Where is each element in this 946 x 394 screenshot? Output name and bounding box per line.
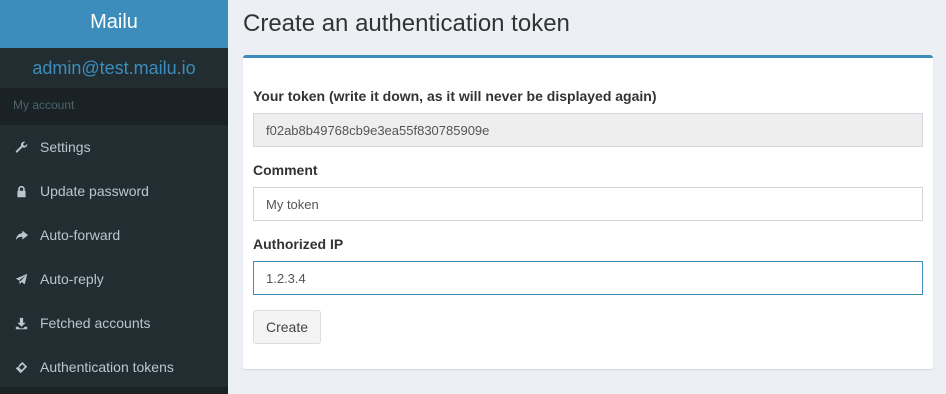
sidebar-item-settings[interactable]: Settings bbox=[0, 125, 228, 169]
sidebar-item-label: Authentication tokens bbox=[40, 359, 174, 375]
plane-icon bbox=[15, 273, 40, 286]
sidebar-item-label: Auto-forward bbox=[40, 227, 121, 243]
sidebar-item-label: Fetched accounts bbox=[40, 315, 151, 331]
sidebar-item-fetched-accounts[interactable]: Fetched accounts bbox=[0, 301, 228, 345]
main-content: Create an authentication token Your toke… bbox=[228, 0, 946, 394]
comment-field[interactable] bbox=[253, 187, 923, 221]
sidebar-item-label: Settings bbox=[40, 139, 91, 155]
sidebar-item-update-password[interactable]: Update password bbox=[0, 169, 228, 213]
create-button[interactable]: Create bbox=[253, 310, 322, 344]
download-icon bbox=[15, 317, 40, 330]
token-form-box: Your token (write it down, as it will ne… bbox=[243, 55, 933, 369]
wrench-icon bbox=[15, 141, 40, 154]
token-label: Your token (write it down, as it will ne… bbox=[253, 88, 657, 104]
authorized-ip-field[interactable] bbox=[253, 261, 923, 295]
sidebar-item-label: Auto-reply bbox=[40, 271, 104, 287]
token-field[interactable] bbox=[253, 113, 923, 147]
sidebar-footer-strip bbox=[0, 387, 228, 394]
sidebar-item-label: Update password bbox=[40, 183, 149, 199]
app-logo[interactable]: Mailu bbox=[0, 0, 228, 48]
sidebar-item-auto-reply[interactable]: Auto-reply bbox=[0, 257, 228, 301]
authorized-ip-label: Authorized IP bbox=[253, 236, 344, 252]
share-arrow-icon bbox=[15, 229, 40, 242]
user-email: admin@test.mailu.io bbox=[0, 48, 228, 88]
comment-label: Comment bbox=[253, 162, 318, 178]
sidebar-item-authentication-tokens[interactable]: Authentication tokens bbox=[0, 345, 228, 389]
sidebar: Mailu admin@test.mailu.io My account Set… bbox=[0, 0, 228, 394]
sidebar-item-auto-forward[interactable]: Auto-forward bbox=[0, 213, 228, 257]
page-title: Create an authentication token bbox=[243, 10, 570, 37]
ticket-icon bbox=[15, 361, 40, 374]
menu-section-header: My account bbox=[0, 88, 228, 125]
lock-icon bbox=[15, 185, 40, 198]
